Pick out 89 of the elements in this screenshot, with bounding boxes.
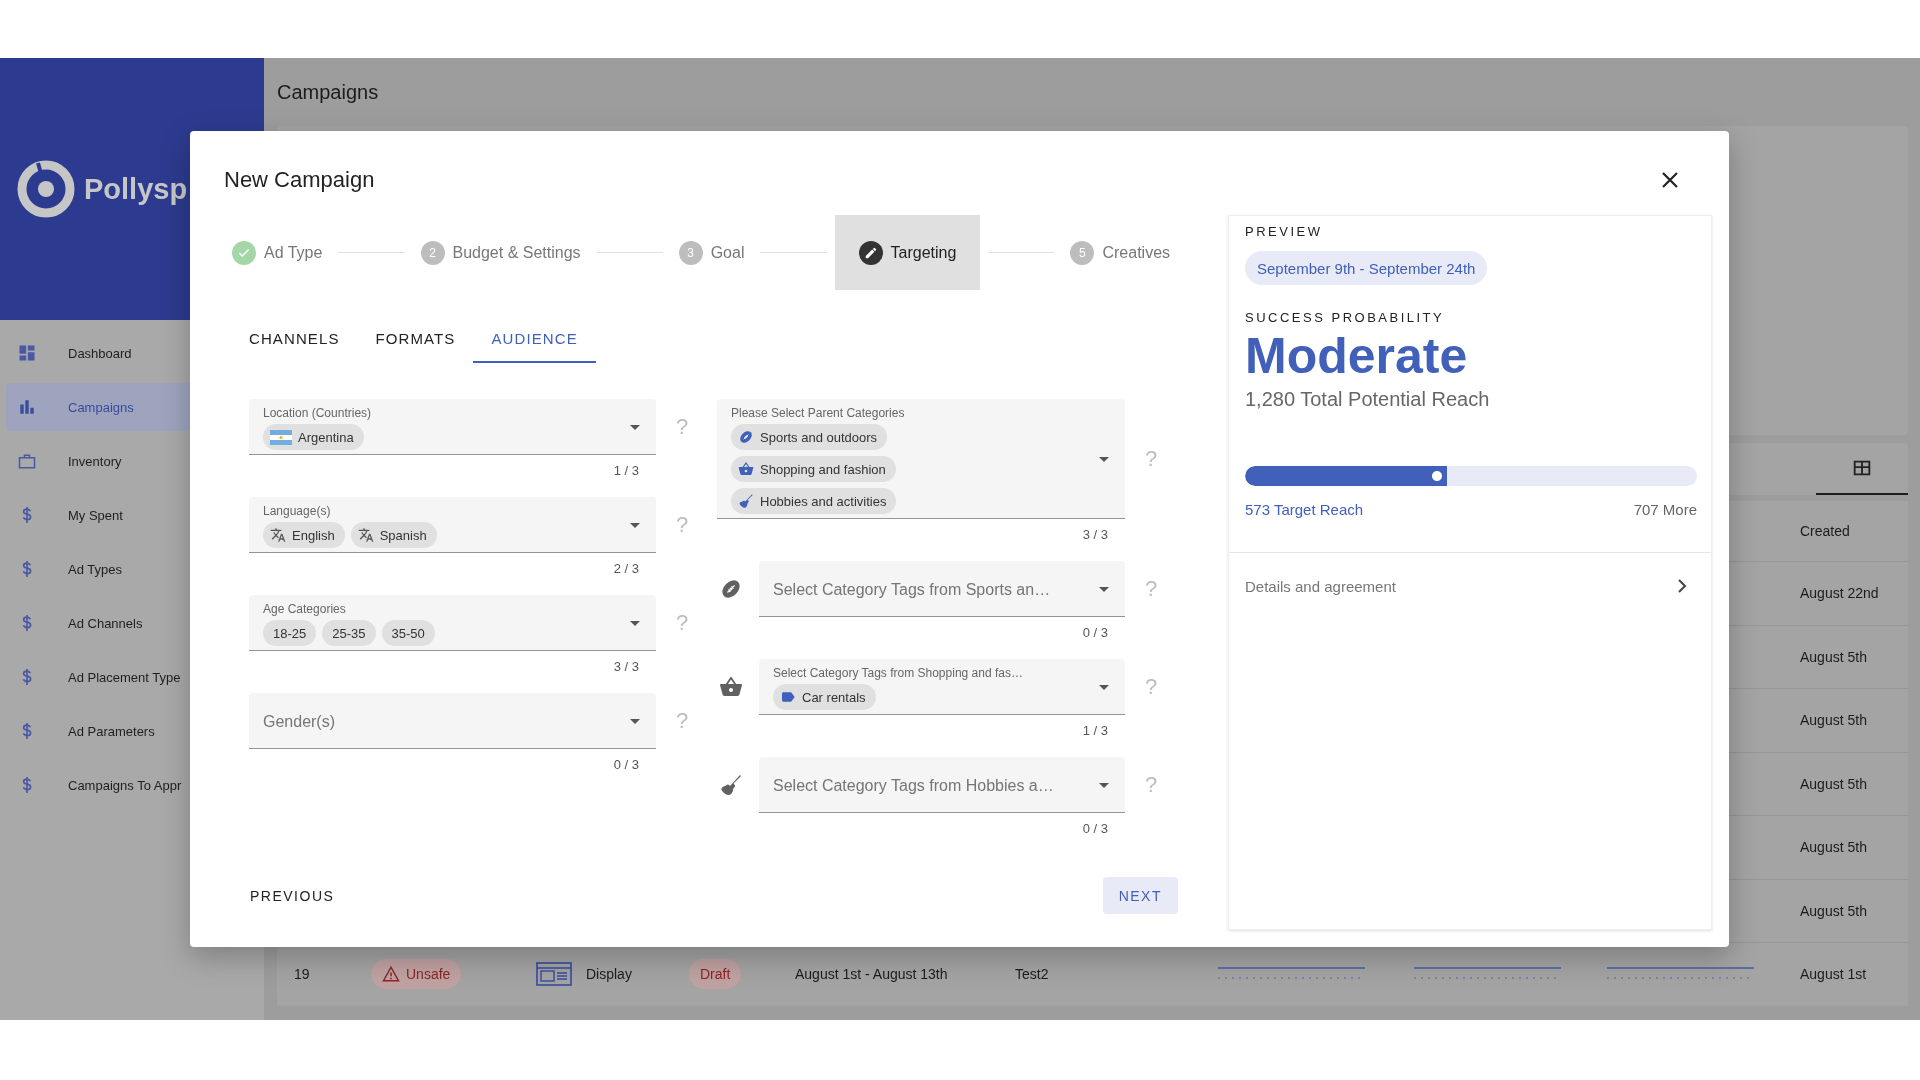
table-cell: August 1st - August 13th	[795, 966, 948, 983]
sidebar-item[interactable]: Campaigns To Appr	[6, 761, 264, 809]
chip: English	[263, 522, 345, 548]
guitar-icon	[719, 773, 743, 797]
table-cell: August 1st	[1800, 966, 1867, 983]
chip: Shopping and fashion	[731, 456, 896, 482]
chip: Hobbies and activities	[731, 488, 897, 514]
dialog-title: New Campaign	[224, 167, 375, 193]
chip: Spanish	[350, 522, 437, 548]
guitar-icon	[738, 493, 754, 509]
translate-icon	[357, 527, 374, 543]
chevron-right-icon	[1677, 578, 1687, 594]
status-badge: Draft	[689, 959, 742, 990]
select-field[interactable]: Age Categories 18-25 25-35 35-50	[249, 595, 656, 651]
logo-text: Pollysp	[84, 172, 188, 206]
tag-icon	[780, 689, 796, 705]
section-heading: SUCCESS PROBABILITY	[1245, 310, 1445, 326]
chip: Argentina	[263, 424, 364, 450]
table-cell: August 5th	[1800, 902, 1867, 919]
chip: Sports and outdoors	[731, 424, 888, 450]
caret-icon	[630, 425, 640, 430]
date-range-badge: September 9th - September 24th	[1245, 251, 1488, 285]
select-field[interactable]: Please Select Parent Categories Sports and outdoors Shopping and fashion Hobbies and activities	[717, 399, 1125, 519]
dashboard-icon	[17, 343, 37, 363]
caret-icon	[1099, 783, 1109, 788]
table-cell: August 5th	[1800, 775, 1867, 792]
details-row[interactable]: Details and agreement	[1229, 553, 1711, 619]
select-field[interactable]: Select Category Tags from Sports an…	[759, 561, 1125, 617]
selection-counter: 0 / 3	[1082, 625, 1108, 640]
bar-chart-icon	[17, 397, 37, 417]
page-title: Campaigns	[277, 79, 380, 105]
success-probability: Moderate	[1245, 328, 1468, 384]
target-reach: 573 Target Reach	[1245, 500, 1364, 520]
selection-counter: 0 / 3	[613, 757, 639, 772]
select-field[interactable]: Location (Countries) Argentina	[249, 399, 656, 455]
previous-button[interactable]: PREVIOUS	[224, 879, 361, 912]
step-number: 5	[1070, 240, 1095, 265]
chip: 35-50	[381, 620, 435, 646]
select-field[interactable]: Gender(s)	[249, 693, 656, 749]
basket-icon	[719, 675, 743, 699]
basket-icon	[738, 461, 754, 477]
stepper-step[interactable]: 3 Goal	[670, 215, 753, 290]
selection-counter: 0 / 3	[1082, 821, 1108, 836]
caret-icon	[1099, 685, 1109, 690]
table-cell: 19	[294, 966, 310, 983]
tab[interactable]: FORMATS	[357, 315, 474, 363]
step-number: 2	[420, 240, 445, 265]
stepper-step[interactable]: Ad Type	[224, 215, 331, 290]
flag-icon	[270, 429, 292, 445]
caret-icon	[630, 621, 640, 626]
translate-icon	[270, 527, 286, 543]
tab[interactable]: CHANNELS	[231, 315, 358, 363]
stepper-step[interactable]: 5 Creatives	[1062, 215, 1179, 290]
table-cell: August 22nd	[1800, 585, 1879, 602]
safety-badge: Unsafe	[371, 959, 462, 990]
select-field[interactable]: Language(s) English Spanish	[249, 497, 656, 553]
table-cell: Display	[586, 966, 632, 983]
selection-counter: 3 / 3	[1082, 527, 1108, 542]
table-cell: August 5th	[1800, 839, 1867, 856]
stepper-step[interactable]: 2 Budget & Settings	[412, 215, 589, 290]
caret-icon	[630, 523, 640, 528]
next-button[interactable]: NEXT	[1102, 877, 1178, 914]
caret-icon	[1099, 587, 1109, 592]
chip: Car rentals	[773, 684, 876, 710]
football-icon	[738, 429, 754, 445]
tab[interactable]: AUDIENCE	[473, 315, 596, 363]
table-cell: Test2	[1015, 966, 1049, 983]
step-number: 3	[678, 240, 703, 265]
logo-icon	[16, 159, 76, 219]
column-header: Created	[1800, 523, 1850, 539]
chip: 25-35	[322, 620, 376, 646]
chip: 18-25	[263, 620, 317, 646]
selection-counter: 2 / 3	[613, 561, 639, 576]
warning-icon	[382, 965, 400, 984]
caret-icon	[1099, 457, 1109, 462]
table-cell: August 5th	[1800, 712, 1867, 729]
display-ad-icon	[536, 962, 572, 987]
select-field[interactable]: Select Category Tags from Shopping and fas… Car rentals	[759, 659, 1125, 715]
select-field[interactable]: Select Category Tags from Hobbies a…	[759, 757, 1125, 813]
total-reach: 1,280 Total Potential Reach	[1245, 387, 1490, 411]
selection-counter: 1 / 3	[1082, 723, 1108, 738]
selection-counter: 3 / 3	[613, 659, 639, 674]
table-cell: August 5th	[1800, 648, 1867, 665]
remaining-reach: 707 More	[1633, 500, 1697, 520]
stepper-step[interactable]: Targeting	[834, 215, 981, 290]
section-heading: PREVIEW	[1245, 224, 1323, 240]
selection-counter: 1 / 3	[613, 463, 639, 478]
briefcase-icon	[17, 451, 37, 471]
caret-icon	[630, 719, 640, 724]
